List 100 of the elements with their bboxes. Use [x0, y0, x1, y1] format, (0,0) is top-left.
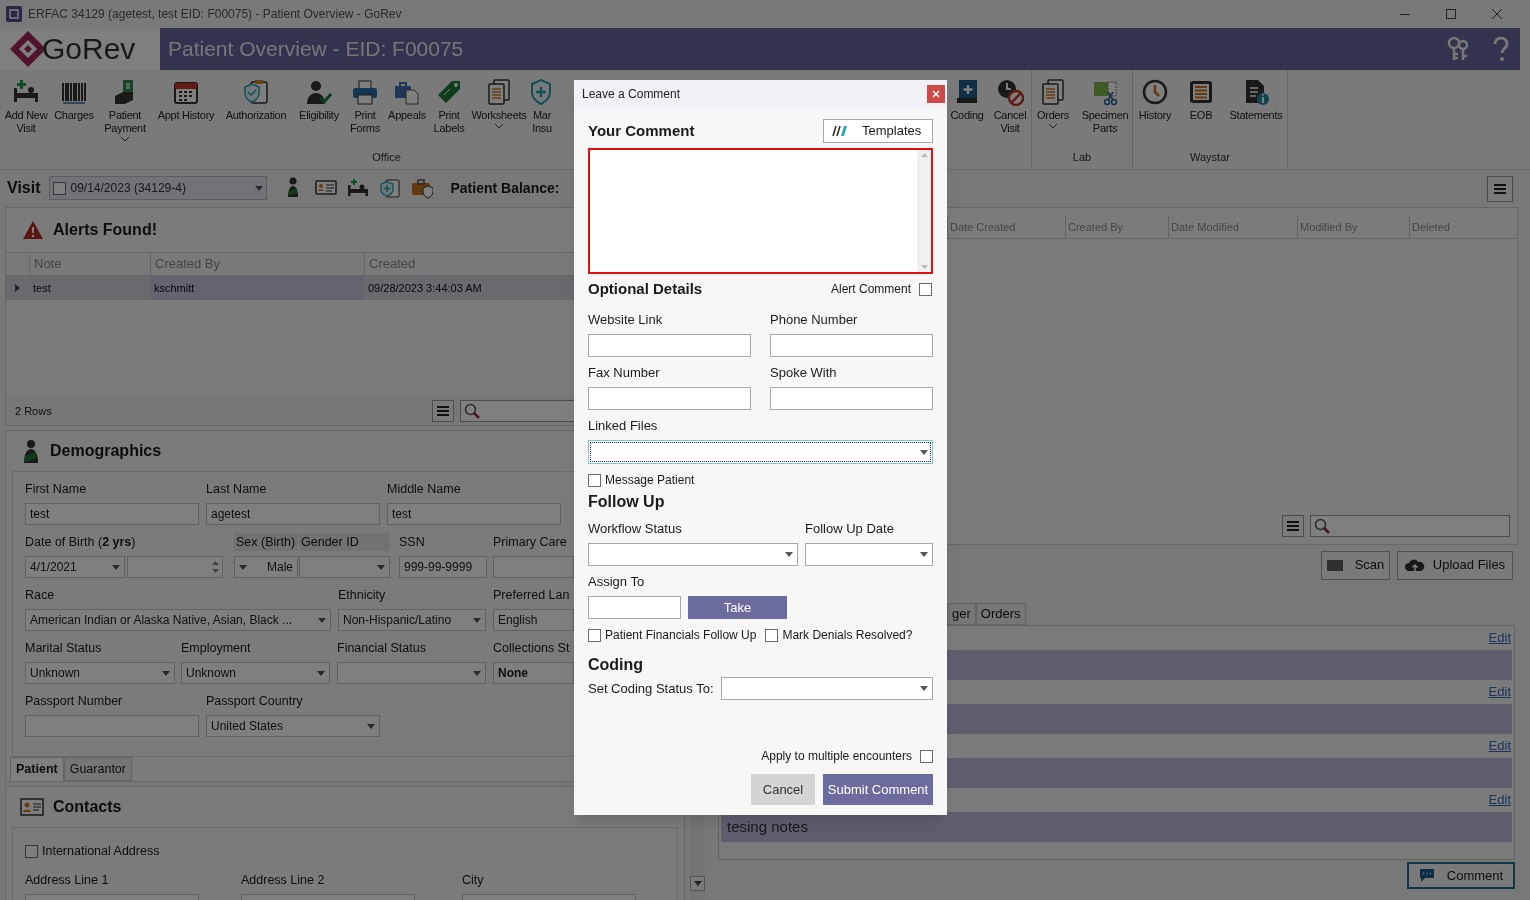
- menu-icon: [437, 406, 449, 416]
- spin-arrows-icon: [212, 561, 219, 573]
- help-button[interactable]: [1492, 36, 1510, 62]
- checkbox-label: International Address: [42, 843, 160, 860]
- toolbar-button[interactable]: History: [1133, 78, 1177, 122]
- checkbox[interactable]: [52, 181, 66, 195]
- dropdown[interactable]: 4/1/2021: [25, 556, 125, 578]
- checkbox[interactable]: [588, 628, 601, 642]
- toolbar-button[interactable]: Patient Payment: [99, 78, 151, 142]
- dropdown[interactable]: Unknown: [181, 662, 330, 684]
- submit-button[interactable]: Submit Comment: [823, 774, 933, 805]
- search-field[interactable]: [1310, 515, 1510, 537]
- edit-link[interactable]: Edit: [1488, 789, 1511, 809]
- toolbar-button[interactable]: Authorization: [221, 78, 291, 122]
- briefcase-shield-button[interactable]: [410, 177, 433, 199]
- checkbox[interactable]: [25, 844, 38, 858]
- toolbar-button[interactable]: Cancel Visit: [990, 78, 1030, 135]
- input-field[interactable]: agetest: [206, 503, 380, 525]
- grid-row[interactable]: test kschmitt 09/28/2023 3:44:03 AM: [6, 276, 574, 300]
- menu-button[interactable]: [432, 400, 454, 422]
- list-icon: [1187, 78, 1215, 106]
- dropdown[interactable]: [588, 440, 933, 464]
- cloud-upload-icon: [1404, 557, 1425, 573]
- bed-plus-button[interactable]: [346, 177, 369, 199]
- dropdown[interactable]: United States: [206, 715, 380, 737]
- tab[interactable]: ger: [947, 603, 976, 625]
- toolbar-button[interactable]: Orders: [1033, 78, 1073, 129]
- close-button[interactable]: [927, 85, 945, 103]
- edit-link[interactable]: Edit: [1488, 735, 1511, 755]
- scroll-down-button[interactable]: [690, 876, 705, 891]
- menu-button[interactable]: [1282, 515, 1304, 537]
- toolbar-button[interactable]: Mar Insu: [531, 78, 553, 135]
- checkbox[interactable]: [765, 628, 779, 642]
- input-field[interactable]: test: [387, 503, 561, 525]
- menu-button[interactable]: [1487, 175, 1513, 202]
- id-card-icon: [20, 798, 44, 816]
- spin-box[interactable]: [127, 556, 223, 578]
- keys-button[interactable]: [1446, 36, 1470, 62]
- cancel-button[interactable]: Cancel: [751, 774, 815, 805]
- input-field[interactable]: [770, 387, 933, 410]
- dropdown[interactable]: Non-Hispanic/Latino: [338, 609, 486, 631]
- checkbox-label: Apply to multiple encounters: [761, 748, 912, 765]
- field-label: Middle Name: [387, 481, 462, 498]
- toolbar-button[interactable]: Charges: [52, 78, 96, 122]
- input-field[interactable]: [493, 556, 574, 578]
- dropdown[interactable]: American Indian or Alaska Native, Asian, Black ...: [25, 609, 331, 631]
- dropdown[interactable]: Male: [234, 556, 298, 578]
- toolbar-button[interactable]: Worksheets: [470, 78, 528, 129]
- input-field[interactable]: [25, 715, 199, 737]
- caret-icon: [318, 617, 326, 623]
- field-label: Last Name: [206, 481, 268, 498]
- caret-icon: [785, 552, 793, 557]
- toolbar-button[interactable]: Scan: [1321, 550, 1390, 580]
- input-field[interactable]: 999-99-9999: [399, 556, 487, 578]
- input-field[interactable]: [588, 387, 751, 410]
- templates-button[interactable]: Templates: [823, 119, 933, 143]
- field-label: Workflow Status: [588, 521, 683, 537]
- input-field[interactable]: [588, 596, 681, 619]
- dropdown[interactable]: Unknown: [25, 662, 175, 684]
- caret-icon: [254, 185, 263, 191]
- toolbar-button[interactable]: Add New Visit: [3, 78, 49, 135]
- checkbox[interactable]: [920, 749, 933, 763]
- tab[interactable]: Patient: [10, 757, 64, 781]
- input-field[interactable]: [770, 334, 933, 357]
- input-field[interactable]: None: [493, 662, 574, 684]
- field-label: Spoke With: [770, 365, 838, 381]
- caret-icon: [162, 670, 170, 676]
- take-button[interactable]: Take: [688, 596, 787, 619]
- toolbar-button[interactable]: EOB: [1183, 78, 1219, 122]
- input-field[interactable]: [588, 334, 751, 357]
- scissors-icon: [1091, 78, 1119, 106]
- toolbar-button[interactable]: Print Labels: [431, 78, 467, 135]
- comment-button[interactable]: Comment: [1407, 862, 1515, 889]
- input-field[interactable]: English: [493, 609, 574, 631]
- field-label: Gender ID: [299, 533, 390, 551]
- help-icon: [1492, 36, 1510, 62]
- toolbar-button[interactable]: Print Forms: [347, 78, 383, 135]
- shield-clipboard-icon: [378, 177, 401, 199]
- comment-textarea[interactable]: [588, 148, 933, 274]
- caret-icon: [112, 564, 120, 570]
- tab[interactable]: Orders: [975, 603, 1026, 625]
- visit-dropdown[interactable]: 09/14/2023 (34129-4): [48, 176, 267, 200]
- toolbar-button[interactable]: Eligibility: [294, 78, 344, 122]
- edit-link[interactable]: Edit: [1488, 681, 1511, 701]
- field-label: Address Line 2: [241, 871, 326, 889]
- scroll-down-icon: [920, 265, 928, 269]
- toolbar-button[interactable]: Upload Files: [1397, 550, 1513, 580]
- toolbar-button[interactable]: Coding: [949, 78, 985, 122]
- field-label: Fax Number: [588, 365, 661, 381]
- toolbar-button[interactable]: Appt History: [154, 78, 218, 122]
- toolbar-button[interactable]: Specimen Parts: [1079, 78, 1131, 135]
- toolbar-button[interactable]: Appeals: [386, 78, 428, 122]
- shield-clipboard-button[interactable]: [378, 177, 401, 199]
- checkbox[interactable]: [588, 473, 601, 487]
- tab[interactable]: Guarantor: [63, 757, 132, 781]
- app-icon: [6, 6, 22, 22]
- toolbar-button[interactable]: Statements: [1225, 78, 1287, 122]
- checkbox[interactable]: [919, 282, 932, 296]
- edit-link[interactable]: Edit: [1488, 627, 1511, 647]
- input-field[interactable]: test: [25, 503, 199, 525]
